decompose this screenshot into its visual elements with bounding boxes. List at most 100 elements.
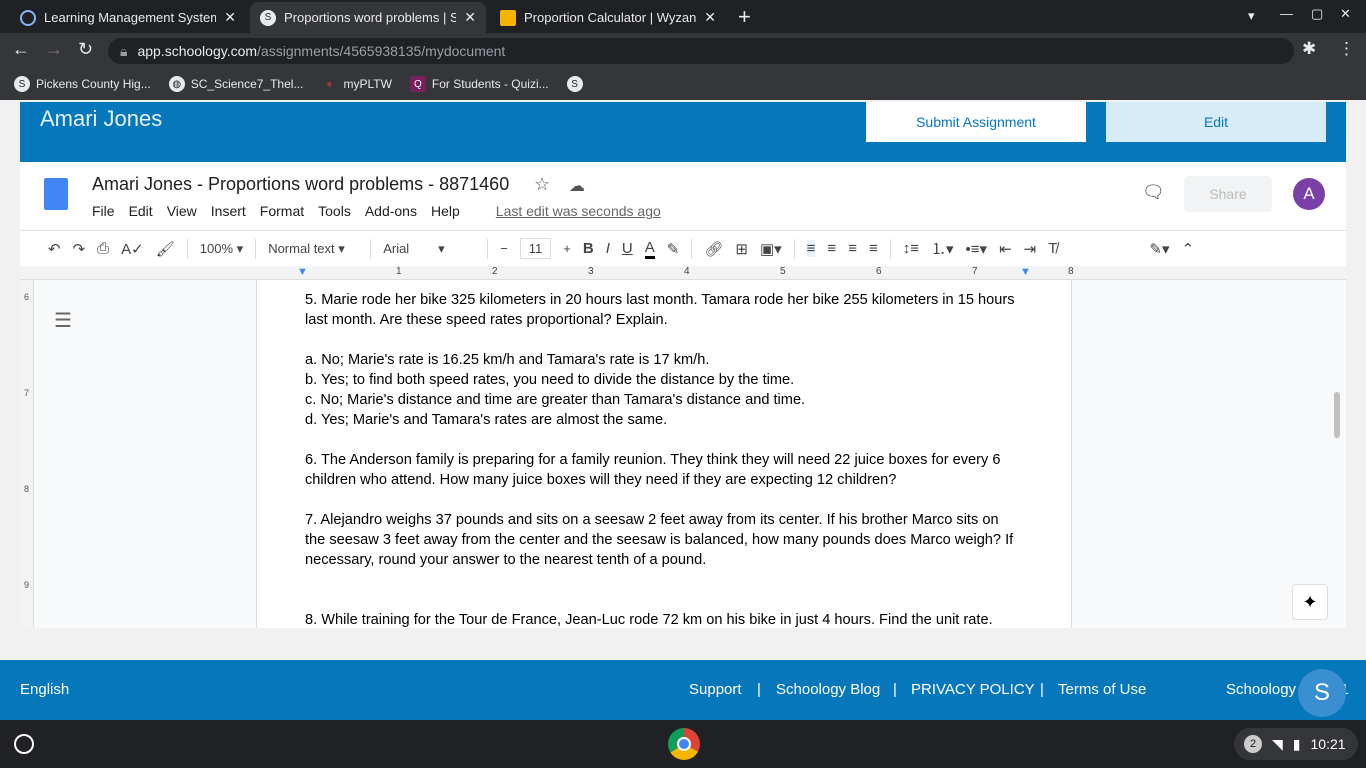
highlight-icon[interactable]: ✎: [667, 240, 680, 258]
close-tab-icon[interactable]: ✕: [704, 9, 716, 26]
align-center-icon[interactable]: ≡: [827, 240, 836, 257]
document-title[interactable]: Amari Jones - Proportions word problems …: [92, 174, 509, 195]
menu-file[interactable]: File: [92, 203, 115, 219]
document-page[interactable]: 5. Marie rode her bike 325 kilometers in…: [256, 280, 1072, 628]
menu-edit[interactable]: Edit: [129, 203, 153, 219]
launcher-icon[interactable]: [14, 734, 34, 754]
schoology-icon: S: [260, 9, 276, 26]
footer-link-blog[interactable]: Schoology Blog: [776, 681, 880, 698]
menu-format[interactable]: Format: [260, 203, 304, 219]
tab-search-icon[interactable]: ▾: [1248, 8, 1255, 24]
bookmark-sc-science[interactable]: ◍ SC_Science7_Thel...: [168, 76, 303, 92]
wifi-icon: ◥: [1272, 735, 1283, 752]
bulleted-list-icon[interactable]: •≡▾: [966, 240, 988, 258]
close-window-button[interactable]: ✕: [1340, 6, 1351, 22]
bookmark-mypltw[interactable]: ● myPLTW: [321, 76, 391, 92]
menu-view[interactable]: View: [167, 203, 197, 219]
user-name: Amari Jones: [40, 106, 163, 131]
footer-link-support[interactable]: Support: [689, 681, 742, 698]
bookmarks-bar: S Pickens County Hig... ◍ SC_Science7_Thel…: [0, 68, 1366, 100]
back-icon[interactable]: ←: [12, 39, 30, 60]
schoology-header: Amari Jones Submit Assignment Edit: [20, 102, 1346, 162]
font-select[interactable]: Arial ▾: [383, 241, 475, 257]
tab-lms[interactable]: Learning Management System | ✕: [10, 2, 246, 33]
star-icon[interactable]: ☆: [534, 174, 550, 195]
formatting-toolbar: ↶ ↷ ⎙ A✓ 🖌︎ 100% ▾ Normal text ▾ Arial ▾…: [20, 230, 1346, 266]
tab-schoology[interactable]: S Proportions word problems | Sch ✕: [250, 2, 486, 33]
maximize-button[interactable]: ▢: [1311, 6, 1323, 22]
align-left-icon[interactable]: ≡: [806, 240, 816, 257]
scrollbar-thumb[interactable]: [1334, 392, 1340, 438]
zoom-select[interactable]: 100% ▾: [200, 241, 243, 257]
os-shelf: 2 ◥ ▮ 10:21: [0, 720, 1366, 768]
extensions-icon[interactable]: ✱: [1302, 39, 1316, 59]
tab-strip: Learning Management System | ✕ S Proportio…: [0, 0, 1366, 33]
right-indent-marker[interactable]: ▼: [1020, 266, 1031, 278]
underline-icon[interactable]: U: [622, 240, 633, 257]
font-size-increase[interactable]: +: [563, 241, 571, 256]
avatar[interactable]: A: [1293, 178, 1325, 210]
footer-link-privacy[interactable]: PRIVACY POLICY: [911, 681, 1035, 698]
close-tab-icon[interactable]: ✕: [224, 9, 236, 26]
bookmark-pickens[interactable]: S Pickens County Hig...: [14, 76, 151, 92]
undo-icon[interactable]: ↶: [48, 240, 61, 258]
google-docs-frame: Amari Jones - Proportions word problems …: [20, 162, 1346, 628]
globe-icon: [20, 9, 36, 26]
align-right-icon[interactable]: ≡: [848, 240, 857, 257]
font-size-decrease[interactable]: −: [500, 241, 508, 256]
status-tray[interactable]: 2 ◥ ▮ 10:21: [1234, 728, 1358, 760]
cloud-status-icon[interactable]: ☁: [569, 176, 585, 196]
vertical-ruler: 6 7 8 9: [20, 280, 34, 628]
notification-count: 2: [1244, 735, 1262, 753]
clear-formatting-icon[interactable]: T̸: [1048, 240, 1057, 257]
paint-format-icon[interactable]: 🖌︎: [156, 240, 175, 258]
justify-icon[interactable]: ≡: [869, 240, 878, 257]
italic-icon[interactable]: I: [606, 240, 610, 257]
collapse-menus-icon[interactable]: ⌃: [1182, 240, 1195, 258]
menu-addons[interactable]: Add-ons: [365, 203, 417, 219]
footer-link-terms[interactable]: Terms of Use: [1058, 681, 1146, 698]
schoology-help-icon[interactable]: S: [1298, 669, 1346, 717]
comment-icon[interactable]: ⊞: [735, 240, 748, 258]
docs-logo-icon[interactable]: [44, 178, 68, 210]
menu-icon[interactable]: ⋮: [1338, 39, 1355, 59]
language-selector[interactable]: English: [20, 681, 69, 698]
print-icon[interactable]: ⎙: [97, 240, 109, 257]
explore-button[interactable]: ✦: [1292, 584, 1328, 620]
address-bar[interactable]: 🔒︎ app.schoology.com/assignments/45659381…: [108, 38, 1294, 64]
submit-assignment-button[interactable]: Submit Assignment: [866, 102, 1086, 142]
wyzant-icon: [500, 9, 516, 26]
image-icon[interactable]: ▣▾: [760, 240, 782, 258]
edit-button[interactable]: Edit: [1106, 102, 1326, 142]
text-color-icon[interactable]: A: [644, 239, 655, 259]
share-button[interactable]: Share: [1184, 176, 1272, 212]
minimize-button[interactable]: —: [1280, 6, 1293, 21]
line-spacing-icon[interactable]: ↕≡: [903, 240, 919, 257]
increase-indent-icon[interactable]: ⇥: [1024, 240, 1037, 258]
redo-icon[interactable]: ↷: [73, 240, 86, 258]
spellcheck-icon[interactable]: A✓: [121, 240, 144, 258]
forward-icon[interactable]: →: [45, 39, 63, 60]
lock-icon: 🔒︎: [120, 42, 128, 59]
outline-icon[interactable]: ☰: [54, 308, 72, 333]
chrome-icon[interactable]: [668, 728, 700, 760]
decrease-indent-icon[interactable]: ⇤: [999, 240, 1012, 258]
indent-marker[interactable]: ▼: [297, 266, 308, 278]
style-select[interactable]: Normal text ▾: [268, 241, 358, 257]
new-tab-button[interactable]: +: [738, 4, 751, 30]
reload-icon[interactable]: ↻: [78, 39, 93, 60]
comments-icon[interactable]: 🗨︎: [1142, 182, 1165, 203]
menu-tools[interactable]: Tools: [318, 203, 351, 219]
editing-mode-icon[interactable]: ✎▾: [1149, 240, 1169, 258]
menu-help[interactable]: Help: [431, 203, 460, 219]
last-edit-link[interactable]: Last edit was seconds ago: [496, 203, 661, 219]
tab-wyzant[interactable]: Proportion Calculator | Wyzant R ✕: [490, 2, 726, 33]
font-size-input[interactable]: 11: [519, 238, 552, 259]
bookmark-quizizz[interactable]: Q For Students - Quizi...: [409, 76, 549, 92]
close-tab-icon[interactable]: ✕: [464, 9, 476, 26]
bold-icon[interactable]: B: [583, 240, 594, 257]
bookmark-schoology[interactable]: S: [566, 76, 583, 92]
link-icon[interactable]: 🔗︎: [704, 240, 723, 258]
menu-insert[interactable]: Insert: [211, 203, 246, 219]
numbered-list-icon[interactable]: ⒈▾: [931, 238, 954, 259]
